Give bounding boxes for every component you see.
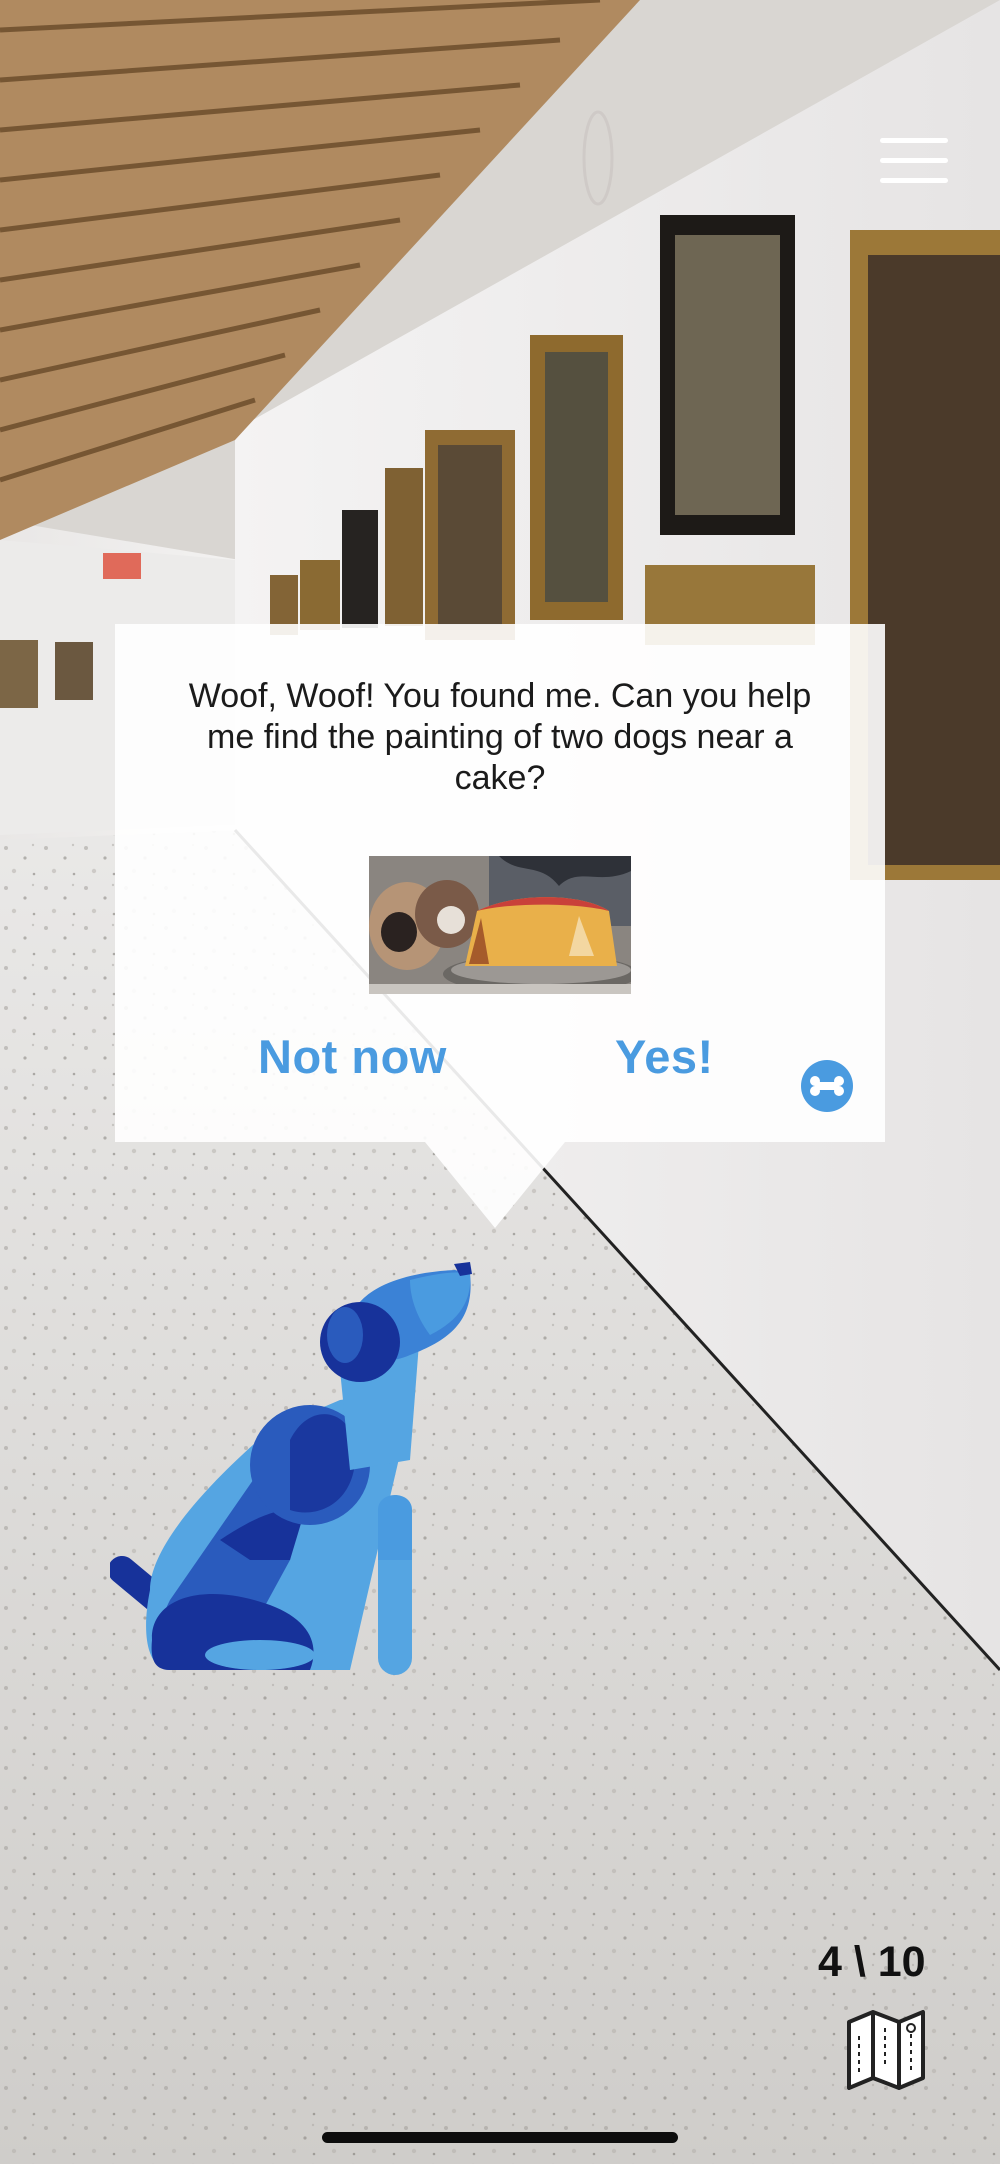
home-indicator[interactable] [322,2132,678,2143]
bone-icon [801,1060,853,1112]
menu-bar-bottom [880,178,948,183]
menu-bar-top [880,138,948,143]
menu-icon[interactable] [880,138,948,186]
dialog-message: Woof, Woof! You found me. Can you help m… [188,677,812,797]
progress-counter: 4 \ 10 [818,1938,926,1986]
menu-bar-middle [880,158,948,163]
painting-thumbnail [369,856,631,994]
not-now-button[interactable]: Not now [258,1029,447,1084]
dialog-pointer [425,1142,565,1228]
map-icon[interactable] [845,2008,927,2090]
yes-button[interactable]: Yes! [615,1029,714,1084]
dog-dialog: Woof, Woof! You found me. Can you help m… [115,624,885,1142]
dog-mascot-icon[interactable] [110,1260,490,1680]
